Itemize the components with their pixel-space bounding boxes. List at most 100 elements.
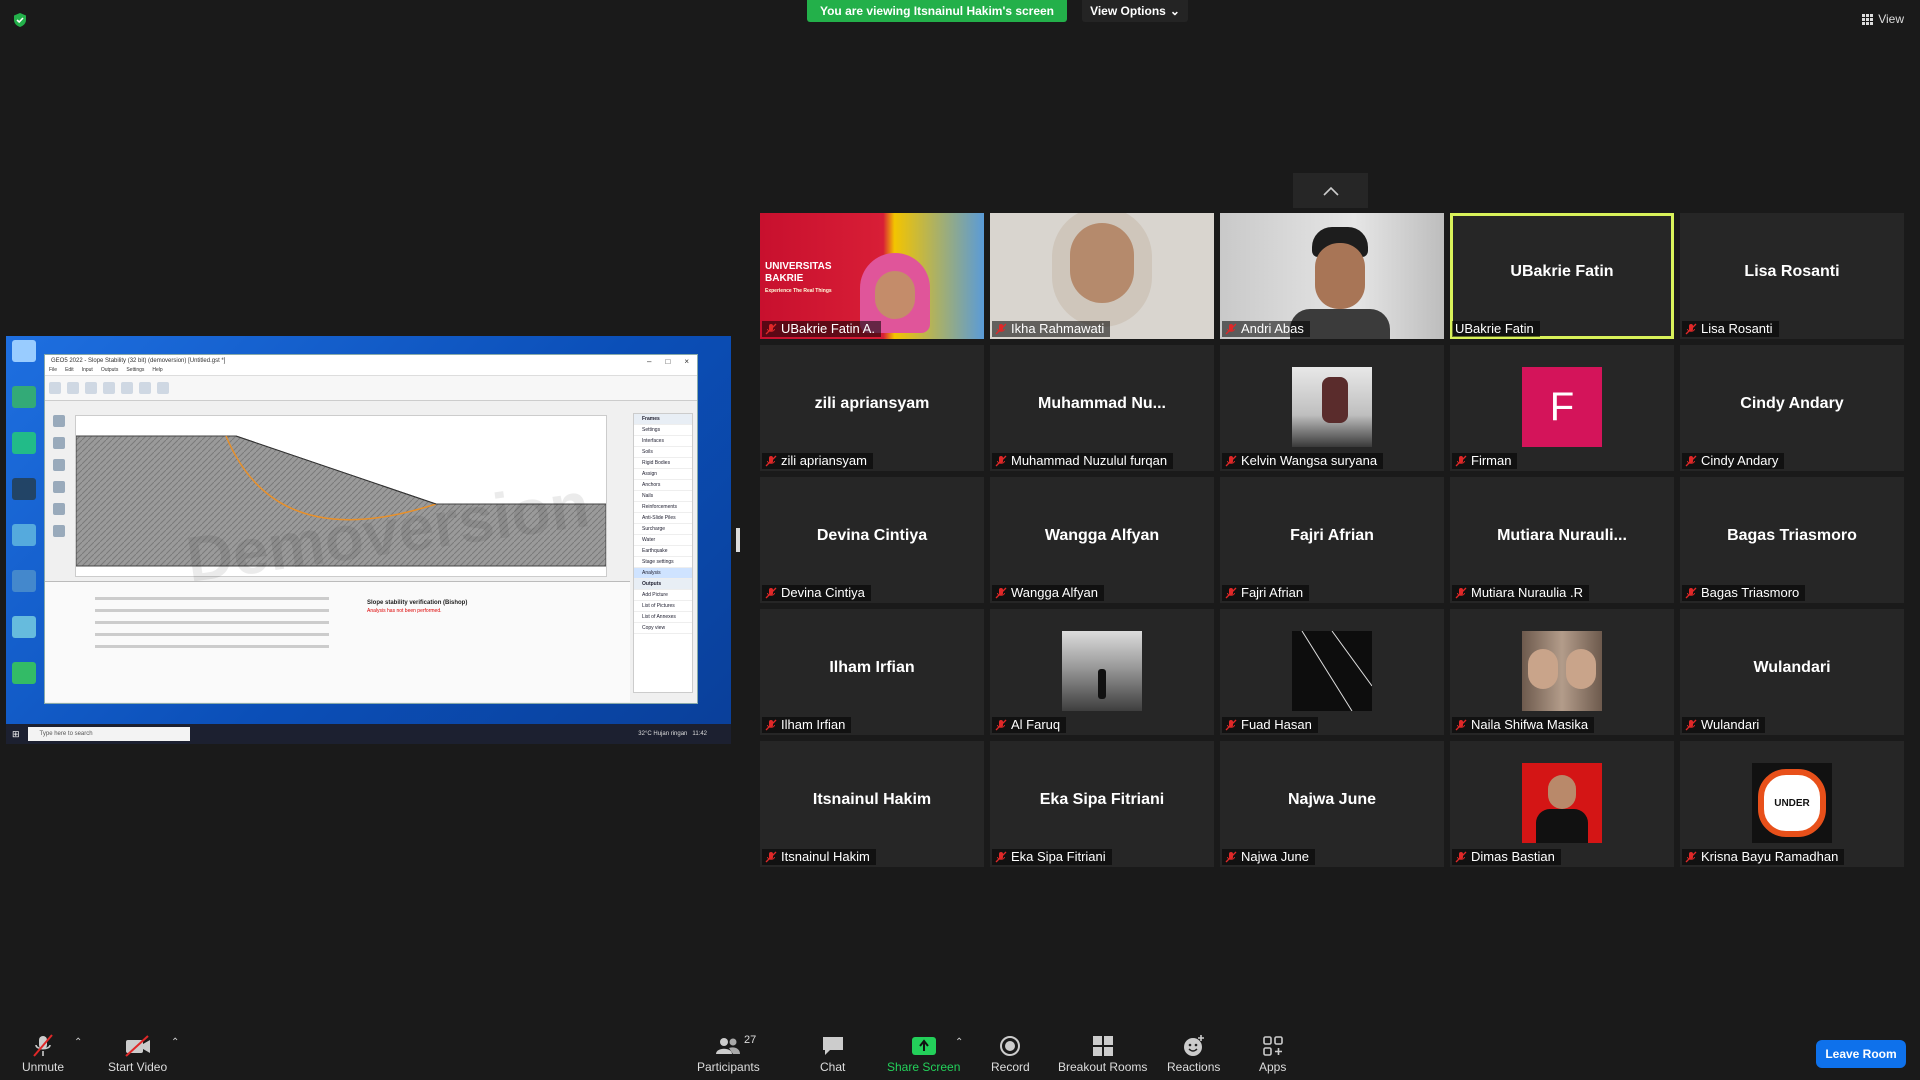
audio-options-caret-icon[interactable]: ⌃ xyxy=(74,1037,82,1048)
participant-tile[interactable]: Wangga Alfyan Wangga Alfyan xyxy=(990,477,1214,603)
participant-tile[interactable]: Al Faruq xyxy=(990,609,1214,735)
frame-reinforcements[interactable]: Reinforcements xyxy=(634,502,692,513)
avatar xyxy=(1292,367,1372,447)
output-copy-view[interactable]: Copy view xyxy=(634,623,692,634)
frame-rigid-bodies[interactable]: Rigid Bodies xyxy=(634,458,692,469)
view-label: View xyxy=(1878,12,1904,26)
resize-splitter[interactable] xyxy=(736,528,740,552)
video-options-caret-icon[interactable]: ⌃ xyxy=(171,1037,179,1048)
close-icon[interactable]: × xyxy=(684,357,689,366)
participant-tile[interactable]: Dimas Bastian xyxy=(1450,741,1674,867)
participant-tile[interactable]: Fuad Hasan xyxy=(1220,609,1444,735)
participant-tile[interactable]: zili apriansyam zili apriansyam xyxy=(760,345,984,471)
fit-icon[interactable] xyxy=(53,481,65,493)
participant-tile[interactable]: F Firman xyxy=(1450,345,1674,471)
participant-tile[interactable]: Naila Shifwa Masika xyxy=(1450,609,1674,735)
geo5-window[interactable]: GEO5 2022 - Slope Stability (32 bit) (de… xyxy=(44,354,698,704)
participant-tile[interactable]: Devina Cintiya Devina Cintiya xyxy=(760,477,984,603)
participant-tile[interactable]: Ikha Rahmawati xyxy=(990,213,1214,339)
view-options-button[interactable]: View Options ⌄ xyxy=(1082,0,1188,22)
participant-tile[interactable]: Lisa Rosanti Lisa Rosanti xyxy=(1680,213,1904,339)
output-list-of-pictures[interactable]: List of Pictures xyxy=(634,601,692,612)
chat-button[interactable]: Chat xyxy=(820,1032,845,1074)
2d-view-icon[interactable] xyxy=(53,415,65,427)
desktop-app-icon xyxy=(12,432,36,454)
security-shield-icon[interactable] xyxy=(12,12,28,28)
taskbar-search-input[interactable]: Type here to search xyxy=(27,727,190,741)
avatar xyxy=(1292,631,1372,711)
frame-nails[interactable]: Nails xyxy=(634,491,692,502)
participant-tile[interactable]: UBakrie Fatin UBakrie Fatin xyxy=(1450,213,1674,339)
minimize-icon[interactable]: – xyxy=(647,357,651,366)
frame-anti-slide-piles[interactable]: Anti-Slide Piles xyxy=(634,513,692,524)
breakout-rooms-button[interactable]: Breakout Rooms xyxy=(1058,1032,1147,1074)
start-video-button[interactable]: Start Video xyxy=(108,1032,167,1074)
settings-icon[interactable] xyxy=(53,525,65,537)
open-file-icon[interactable] xyxy=(67,382,79,394)
muted-microphone-icon xyxy=(995,323,1007,335)
apps-button[interactable]: Apps xyxy=(1259,1032,1286,1074)
frame-stage-settings[interactable]: Stage settings xyxy=(634,557,692,568)
menu-item-help[interactable]: Help xyxy=(152,367,162,375)
share-screen-button[interactable]: Share Screen xyxy=(887,1032,960,1074)
participant-name: Dimas Bastian xyxy=(1471,849,1555,864)
save-icon[interactable] xyxy=(85,382,97,394)
stage-icon[interactable] xyxy=(157,382,169,394)
output-list-of-annexes[interactable]: List of Annexes xyxy=(634,612,692,623)
output-add-picture[interactable]: Add Picture xyxy=(634,590,692,601)
redo-icon[interactable] xyxy=(121,382,133,394)
menu-item-file[interactable]: File xyxy=(49,367,57,375)
collapse-gallery-button[interactable] xyxy=(1293,173,1368,208)
participant-tile[interactable]: Andri Abas xyxy=(1220,213,1444,339)
new-file-icon[interactable] xyxy=(49,382,61,394)
frame-soils[interactable]: Soils xyxy=(634,447,692,458)
frame-anchors[interactable]: Anchors xyxy=(634,480,692,491)
frame-settings[interactable]: Settings xyxy=(634,425,692,436)
record-button[interactable]: Record xyxy=(991,1032,1030,1074)
breakout-rooms-icon xyxy=(1092,1032,1114,1060)
undo-icon[interactable] xyxy=(103,382,115,394)
participant-tile[interactable]: Fajri Afrian Fajri Afrian xyxy=(1220,477,1444,603)
participant-tile[interactable]: Cindy Andary Cindy Andary xyxy=(1680,345,1904,471)
participant-tile[interactable]: UNIVERSITAS BAKRIE Experience The Real Thi… xyxy=(760,213,984,339)
pan-icon[interactable] xyxy=(53,437,65,449)
menu-item-input[interactable]: Input xyxy=(82,367,93,375)
participant-name-label: Lisa Rosanti xyxy=(1682,321,1779,337)
participant-tile[interactable]: UNDER Krisna Bayu Ramadhan xyxy=(1680,741,1904,867)
participant-name-label: Krisna Bayu Ramadhan xyxy=(1682,849,1845,865)
menu-item-settings[interactable]: Settings xyxy=(126,367,144,375)
participant-tile[interactable]: Bagas Triasmoro Bagas Triasmoro xyxy=(1680,477,1904,603)
table-icon[interactable] xyxy=(53,503,65,515)
reactions-button[interactable]: Reactions xyxy=(1167,1032,1220,1074)
participant-tile[interactable]: Eka Sipa Fitriani Eka Sipa Fitriani xyxy=(990,741,1214,867)
frame-water[interactable]: Water xyxy=(634,535,692,546)
participant-name-label: Ilham Irfian xyxy=(762,717,852,733)
leave-room-button[interactable]: Leave Room xyxy=(1816,1040,1906,1068)
participant-tile[interactable]: Mutiara Nurauli... Mutiara Nuraulia .R xyxy=(1450,477,1674,603)
participant-tile[interactable]: Wulandari Wulandari xyxy=(1680,609,1904,735)
maximize-icon[interactable]: □ xyxy=(665,357,670,366)
menu-item-outputs[interactable]: Outputs xyxy=(101,367,119,375)
share-options-caret-icon[interactable]: ⌃ xyxy=(955,1037,963,1048)
frame-interfaces[interactable]: Interfaces xyxy=(634,436,692,447)
frame-analysis[interactable]: Analysis xyxy=(634,568,692,579)
participant-tile[interactable]: Najwa June Najwa June xyxy=(1220,741,1444,867)
copy-icon[interactable] xyxy=(139,382,151,394)
view-button[interactable]: View xyxy=(1862,12,1904,26)
zoom-icon[interactable] xyxy=(53,459,65,471)
participant-tile[interactable]: Muhammad Nu... Muhammad Nuzulul furqan xyxy=(990,345,1214,471)
frame-assign[interactable]: Assign xyxy=(634,469,692,480)
participant-tile[interactable]: Kelvin Wangsa suryana xyxy=(1220,345,1444,471)
frame-surcharge[interactable]: Surcharge xyxy=(634,524,692,535)
menu-item-edit[interactable]: Edit xyxy=(65,367,74,375)
frame-earthquake[interactable]: Earthquake xyxy=(634,546,692,557)
windows-start-icon[interactable]: ⊞ xyxy=(12,729,20,740)
shared-screen[interactable]: GEO5 2022 - Slope Stability (32 bit) (de… xyxy=(6,336,731,744)
participant-name-label: Najwa June xyxy=(1222,849,1315,865)
chevron-down-icon: ⌄ xyxy=(1169,4,1180,18)
analysis-form[interactable] xyxy=(95,588,355,696)
participant-tile[interactable]: Ilham Irfian Ilham Irfian xyxy=(760,609,984,735)
unmute-button[interactable]: Unmute xyxy=(22,1032,64,1074)
participant-tile[interactable]: Itsnainul Hakim Itsnainul Hakim xyxy=(760,741,984,867)
reactions-icon xyxy=(1182,1032,1206,1060)
